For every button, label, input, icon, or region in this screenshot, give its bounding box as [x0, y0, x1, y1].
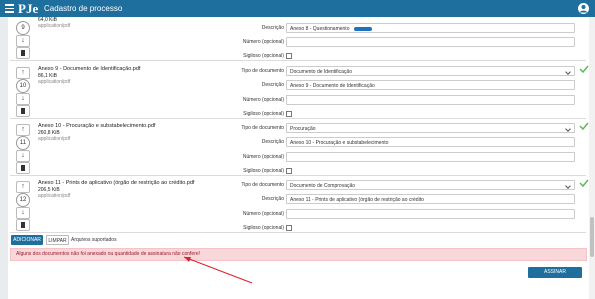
- main-content: 9 ↓ 64,0 KiB application/pdf Descrição A…: [8, 17, 589, 299]
- sign-documents-button[interactable]: ASSINAR DOCUMENTO(S): [528, 267, 582, 286]
- scrollbar-thumb[interactable]: [590, 217, 594, 257]
- menu-icon[interactable]: [5, 4, 14, 13]
- user-avatar-icon[interactable]: [578, 3, 589, 14]
- logo: PJe: [18, 1, 39, 16]
- annotation-arrow: [183, 256, 253, 284]
- top-bar: PJe Cadastro de processo: [0, 0, 595, 17]
- page-title: Cadastro de processo: [44, 4, 123, 13]
- scrollbar[interactable]: [589, 17, 595, 299]
